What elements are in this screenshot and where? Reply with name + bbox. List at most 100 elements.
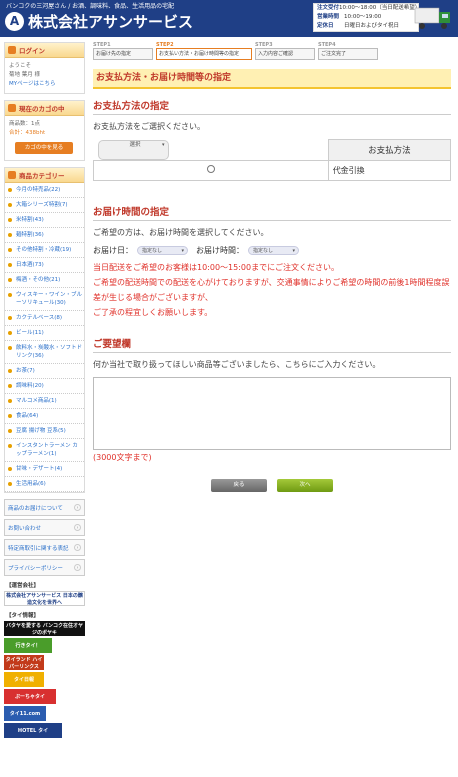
nav-label: お問い合わせ bbox=[8, 525, 42, 532]
category-item[interactable]: 麺特割(36) bbox=[5, 228, 84, 243]
banner-link[interactable]: ぷーちゃタイ bbox=[4, 689, 56, 704]
welcome-text: ようこそ bbox=[9, 63, 32, 69]
login-title: ログイン bbox=[19, 47, 45, 55]
banner-link[interactable]: バタヤを愛する バンコク在住オヤジのボヤキ bbox=[4, 621, 85, 636]
site-tagline: バンコクの三河屋さん / お酒、調味料、食品、生活用品の宅配 bbox=[6, 3, 175, 10]
date-label: お届け日： bbox=[93, 245, 133, 255]
hours-key: 注文受付 bbox=[317, 5, 340, 11]
payment-instruction: お支払方法をご選択ください。 bbox=[93, 122, 205, 131]
company-banner[interactable]: 株式会社アサンサービス 日本の醸造文化を世界へ bbox=[4, 591, 85, 606]
delivery-truck-icon bbox=[414, 7, 450, 29]
site-header: バンコクの三河屋さん / お酒、調味料、食品、生活用品の宅配 A 株式会社アサン… bbox=[0, 0, 458, 37]
payment-radio[interactable] bbox=[206, 165, 215, 173]
char-limit: (3000文字まで) bbox=[93, 452, 152, 462]
category-item[interactable]: カクテルベース(8) bbox=[5, 311, 84, 326]
sidebar: ログイン ようこそ 菊地 葉月 様 MYページはこちら 現在のカゴの中 商品数：… bbox=[4, 42, 85, 740]
hours-value: 10:00～19:00 bbox=[344, 14, 382, 20]
delivery-heading: お届け時間の指定 bbox=[93, 204, 451, 221]
nav-label: プライバシーポリシー bbox=[8, 565, 63, 572]
order-steps: STEP1 お届け先の指定 STEP2 お支払い方法・お届け時間等の指定 STEP3… bbox=[93, 42, 451, 60]
category-item[interactable]: 飲料水・炭酸水・ソフトドリンク(36) bbox=[5, 341, 84, 364]
cart-count-text: 商品数：1点 bbox=[9, 121, 40, 127]
user-name: 菊地 葉月 様 bbox=[9, 72, 40, 78]
category-icon bbox=[8, 171, 16, 179]
payment-method-name: 代金引換 bbox=[327, 159, 452, 181]
main-content: STEP1 お届け先の指定 STEP2 お支払い方法・お届け時間等の指定 STEP3… bbox=[93, 42, 452, 492]
table-row[interactable]: 代金引換 bbox=[93, 159, 452, 181]
banner-link[interactable]: タイランド ハイパーリンクス bbox=[4, 655, 44, 670]
category-item[interactable]: 今月の特売品(22) bbox=[5, 183, 84, 198]
cart-icon bbox=[8, 104, 16, 112]
time-label: お届け時間： bbox=[196, 245, 244, 255]
category-box: 商品カテゴリー 今月の特売品(22) 大箱シリーズ特割(7) 米特割(43) 麺… bbox=[4, 167, 85, 493]
chevron-right-icon: › bbox=[74, 564, 81, 571]
thai-info-label: 【タイ情報】 bbox=[6, 613, 40, 619]
login-box: ログイン ようこそ 菊地 葉月 様 MYページはこちら bbox=[4, 42, 85, 94]
mypage-link[interactable]: MYページはこちら bbox=[9, 80, 80, 89]
category-item[interactable]: 日本酒(73) bbox=[5, 258, 84, 273]
note-line: 当日配送をご希望のお客様は10:00～15:00までにご注文ください。 bbox=[93, 262, 339, 272]
step-label: お届け先の指定 bbox=[93, 48, 153, 60]
request-textarea[interactable] bbox=[93, 376, 451, 450]
delivery-notes: 当日配送をご希望のお客様は10:00～15:00までにご注文ください。 ご希望の… bbox=[93, 260, 451, 320]
note-line: ご希望の配送時間での配送を心がけておりますが、交通事情によりご希望の時間の前後1… bbox=[93, 277, 450, 302]
nav-privacy[interactable]: プライバシーポリシー › bbox=[4, 559, 85, 576]
business-hours: 注文受付 10:00～18:00（当日配送希望） 営業時間 10:00～19:00 … bbox=[313, 3, 421, 32]
category-item[interactable]: お茶(7) bbox=[5, 364, 84, 379]
payment-heading: お支払方法の指定 bbox=[93, 98, 451, 115]
nav-label: 特定商取引に関する表記 bbox=[8, 545, 69, 552]
category-item[interactable]: 調味料(20) bbox=[5, 379, 84, 394]
login-box-header: ログイン bbox=[5, 43, 84, 58]
delivery-date-select[interactable]: 指定なし bbox=[137, 245, 188, 255]
category-item[interactable]: ウィスキー・ワイン・ブルーソリキュール(30) bbox=[5, 288, 84, 311]
hours-value: 10:00～18:00（当日配送希望） bbox=[339, 5, 421, 11]
category-item[interactable]: 甘味・デザート(4) bbox=[5, 462, 84, 477]
banner-link[interactable]: タイ11.com bbox=[4, 706, 46, 721]
category-item[interactable]: ビール(11) bbox=[5, 326, 84, 341]
banner-link[interactable]: HOTEL タイ bbox=[4, 723, 62, 738]
step-4: STEP4 ご注文完了 bbox=[318, 42, 378, 60]
hours-key: 営業時間 bbox=[317, 14, 340, 20]
nav-label: 商品のお届けについて bbox=[8, 505, 63, 512]
category-item[interactable]: 食品(64) bbox=[5, 409, 84, 424]
next-button[interactable]: 次へ bbox=[277, 478, 333, 492]
nav-contact[interactable]: お問い合わせ › bbox=[4, 519, 85, 536]
chevron-right-icon: › bbox=[74, 504, 81, 511]
category-item[interactable]: 生活用品(6) bbox=[5, 477, 84, 492]
company-label: 【運営会社】 bbox=[6, 583, 40, 589]
cart-box-header: 現在のカゴの中 bbox=[5, 101, 84, 116]
cart-count: 商品数：1点 bbox=[9, 120, 80, 129]
step-2: STEP2 お支払い方法・お届け時間等の指定 bbox=[156, 42, 252, 60]
category-item[interactable]: 大箱シリーズ特割(7) bbox=[5, 198, 84, 213]
nav-legal[interactable]: 特定商取引に関する表記 › bbox=[4, 539, 85, 556]
payment-table: 選択 お支払方法 代金引換 bbox=[93, 139, 452, 181]
category-box-header: 商品カテゴリー bbox=[5, 168, 84, 183]
step-3: STEP3 入力内容ご確認 bbox=[255, 42, 315, 60]
lock-icon bbox=[8, 46, 16, 54]
request-instruction: 何か当社で取り扱ってほしい商品等ございましたら、こちらにご入力ください。 bbox=[93, 359, 381, 369]
logo-text: 株式会社アサンサービス bbox=[28, 13, 194, 31]
cart-box: 現在のカゴの中 商品数：1点 合計：438bht カゴの中を見る bbox=[4, 100, 85, 161]
step-label: 入力内容ご確認 bbox=[255, 48, 315, 60]
page-title: お支払方法・お届け時間等の指定 bbox=[93, 69, 451, 89]
nav-delivery-info[interactable]: 商品のお届けについて › bbox=[4, 499, 85, 516]
delivery-selectors: お届け日： 指定なし お届け時間： 指定なし bbox=[93, 245, 451, 256]
chevron-right-icon: › bbox=[74, 544, 81, 551]
banner-link[interactable]: 行きタイ！ bbox=[4, 638, 52, 653]
category-item[interactable]: 米特割(43) bbox=[5, 213, 84, 228]
back-button[interactable]: 戻る bbox=[211, 478, 267, 492]
step-label: お支払い方法・お届け時間等の指定 bbox=[156, 48, 252, 60]
category-item[interactable]: その他特割・冷蔵(19) bbox=[5, 243, 84, 258]
category-item[interactable]: インスタントラーメン カップラーメン(1) bbox=[5, 439, 84, 462]
banner-link[interactable]: タイ日報 bbox=[4, 672, 44, 687]
delivery-time-select[interactable]: 指定なし bbox=[248, 245, 299, 255]
category-title: 商品カテゴリー bbox=[19, 172, 65, 180]
site-logo[interactable]: A 株式会社アサンサービス bbox=[5, 11, 193, 32]
request-heading: ご要望欄 bbox=[93, 336, 451, 353]
hours-key: 定休日 bbox=[317, 23, 334, 29]
category-item[interactable]: 豆腐 揚げ物 豆系(5) bbox=[5, 424, 84, 439]
view-cart-button[interactable]: カゴの中を見る bbox=[15, 142, 73, 154]
category-item[interactable]: 梅酒・その他(21) bbox=[5, 273, 84, 288]
delivery-instruction: ご希望の方は、お届け時間を選択してください。 bbox=[93, 227, 269, 237]
category-item[interactable]: マルコメ商品(1) bbox=[5, 394, 84, 409]
